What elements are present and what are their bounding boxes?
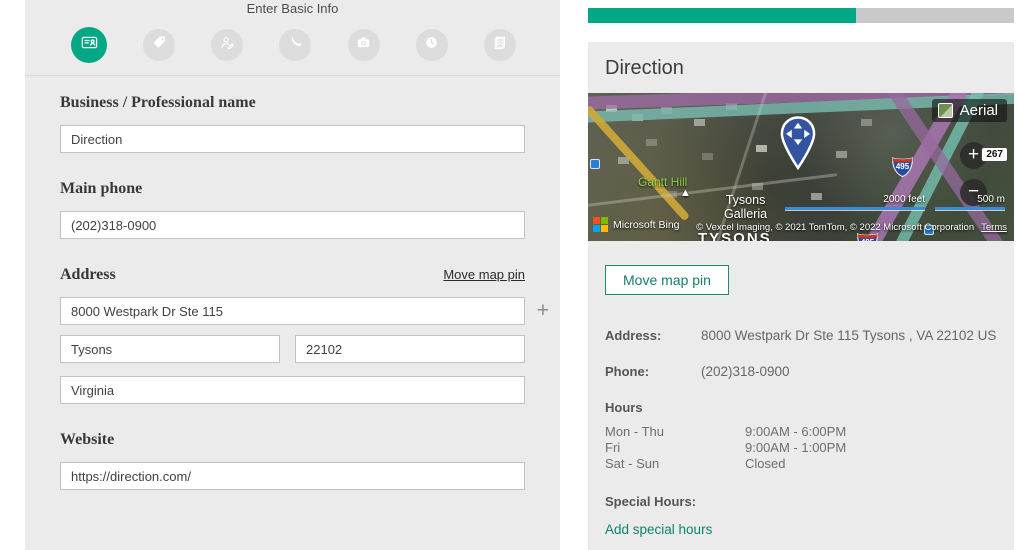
map-road-yellow xyxy=(588,105,690,222)
hours-section-label: Hours xyxy=(605,400,1014,415)
map-label-gantt-hill: Gantt Hill xyxy=(638,175,687,189)
step-basic-info[interactable] xyxy=(71,27,107,63)
map-pin-draggable[interactable] xyxy=(777,116,819,170)
map-label-tysons: TYSONS xyxy=(698,230,772,241)
transit-station-icon-2 xyxy=(924,225,934,235)
id-card-icon xyxy=(80,33,99,57)
business-name-input[interactable] xyxy=(60,125,525,153)
street-address-input[interactable] xyxy=(60,297,525,325)
zoom-out-button[interactable]: − xyxy=(960,179,987,206)
camera-icon xyxy=(355,34,372,56)
listing-preview-panel: Direction Aerial + − xyxy=(588,0,1014,550)
terms-link[interactable]: Terms xyxy=(981,222,1007,233)
move-map-pin-button[interactable]: Move map pin xyxy=(605,265,729,295)
step-phone[interactable] xyxy=(279,29,311,61)
phone-icon xyxy=(287,34,304,56)
step-photos[interactable] xyxy=(348,29,380,61)
basic-info-form: Business / Professional name Main phone … xyxy=(25,76,560,490)
main-phone-input[interactable] xyxy=(60,211,525,239)
aerial-view-icon xyxy=(938,103,953,118)
phone-info-value: (202)318-0900 xyxy=(701,364,790,379)
add-special-hours-link[interactable]: Add special hours xyxy=(605,522,712,537)
city-input[interactable] xyxy=(60,335,280,363)
hours-table: Mon - Thu 9:00AM - 6:00PM Fri 9:00AM - 1… xyxy=(605,424,1014,472)
map-road-minor-2 xyxy=(710,93,768,241)
map-label-tysons-galleria: Tysons Galleria xyxy=(724,193,767,221)
business-title: Direction xyxy=(605,57,1014,80)
address-info-row: Address: 8000 Westpark Dr Ste 115 Tysons… xyxy=(605,328,1014,343)
scale-bar-meters xyxy=(935,207,1005,210)
zip-input[interactable] xyxy=(295,335,525,363)
map-road-minor-1 xyxy=(588,173,837,208)
phone-info-row: Phone: (202)318-0900 xyxy=(605,364,1014,379)
map-canvas[interactable]: Aerial + − 495 495 267 Gantt H xyxy=(588,93,1014,241)
basic-info-form-panel: Enter Basic Info Business / Professional… xyxy=(25,0,560,550)
phone-info-label: Phone: xyxy=(605,364,701,379)
step-categories[interactable] xyxy=(143,29,175,61)
transit-station-icon xyxy=(590,159,600,169)
step-review[interactable] xyxy=(484,29,516,61)
zoom-in-button[interactable]: + xyxy=(960,142,987,169)
map-view-selector[interactable]: Aerial xyxy=(932,99,1007,122)
checklist-icon xyxy=(491,34,508,56)
hours-row: Mon - Thu 9:00AM - 6:00PM xyxy=(605,424,1014,440)
website-label: Website xyxy=(60,431,525,449)
step-hours[interactable] xyxy=(416,29,448,61)
step-contact-person[interactable] xyxy=(211,29,243,61)
add-address-line-icon[interactable]: + xyxy=(537,300,549,321)
tag-icon xyxy=(151,34,168,56)
special-hours-label: Special Hours: xyxy=(605,494,1014,509)
state-input[interactable] xyxy=(60,376,525,404)
scale-bar-feet xyxy=(785,207,925,210)
preview-card: Direction Aerial + − xyxy=(588,42,1014,550)
address-info-value: 8000 Westpark Dr Ste 115 Tysons , VA 221… xyxy=(701,328,996,343)
map-scale-feet: 2000 feet xyxy=(785,194,925,210)
address-label: Address xyxy=(60,266,116,284)
business-name-label: Business / Professional name xyxy=(60,94,525,112)
progress-bar-fill xyxy=(588,8,856,23)
address-info-label: Address: xyxy=(605,328,701,343)
progress-bar xyxy=(588,8,1014,23)
microsoft-logo-icon xyxy=(593,217,608,232)
main-phone-label: Main phone xyxy=(60,180,525,198)
hours-row: Fri 9:00AM - 1:00PM xyxy=(605,440,1014,456)
website-input[interactable] xyxy=(60,462,525,490)
wizard-stepper xyxy=(25,16,560,63)
bing-logo: Microsoft Bing xyxy=(593,217,680,232)
interstate-495-shield-2: 495 xyxy=(856,229,879,241)
panel-title: Enter Basic Info xyxy=(25,0,560,16)
peak-triangle-icon: ▲ xyxy=(680,187,691,199)
move-map-pin-link[interactable]: Move map pin xyxy=(443,267,525,282)
interstate-495-shield: 495 xyxy=(891,153,914,178)
clock-icon xyxy=(423,34,440,56)
aerial-view-label: Aerial xyxy=(960,102,998,119)
map-copyright: © Vexcel Imaging, © 2021 TomTom, © 2022 … xyxy=(696,222,1007,233)
map-buildings-texture xyxy=(606,105,617,112)
hours-row: Sat - Sun Closed xyxy=(605,456,1014,472)
person-edit-icon xyxy=(219,34,236,56)
